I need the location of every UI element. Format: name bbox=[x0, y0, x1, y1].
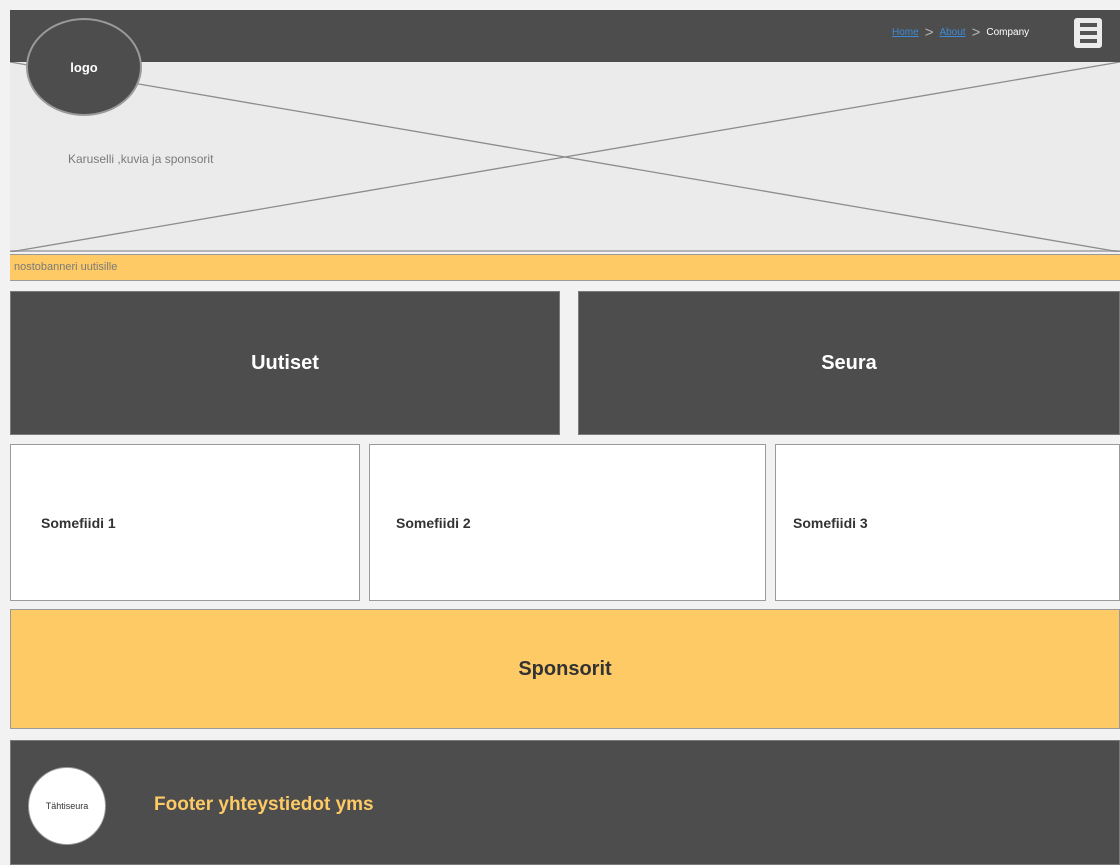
breadcrumb-separator: > bbox=[924, 23, 934, 41]
news-tile-label: Uutiset bbox=[251, 351, 319, 374]
breadcrumb-current: Company bbox=[986, 26, 1030, 38]
social-feed-label: Somefiidi 1 bbox=[41, 514, 116, 531]
logo[interactable]: logo bbox=[26, 18, 142, 116]
footer-contact-text: Footer yhteystiedot yms bbox=[154, 794, 374, 815]
breadcrumb-home-link[interactable]: Home bbox=[892, 27, 919, 38]
breadcrumb-about-link[interactable]: About bbox=[939, 27, 965, 38]
social-feed-label: Somefiidi 2 bbox=[396, 514, 471, 531]
hamburger-menu-icon[interactable] bbox=[1074, 18, 1102, 48]
sponsors-label: Sponsorit bbox=[518, 657, 612, 680]
news-tile[interactable]: Uutiset bbox=[10, 291, 560, 435]
menu-line bbox=[1079, 23, 1097, 27]
menu-line bbox=[1079, 39, 1097, 43]
social-feed-2[interactable]: Somefiidi 2 bbox=[369, 444, 766, 601]
social-feed-1[interactable]: Somefiidi 1 bbox=[10, 444, 360, 601]
club-badge[interactable]: Tähtiseura bbox=[28, 767, 106, 845]
menu-line bbox=[1079, 31, 1097, 35]
social-feed-3[interactable]: Somefiidi 3 bbox=[775, 444, 1120, 601]
sponsors-section[interactable]: Sponsorit bbox=[10, 609, 1120, 729]
breadcrumb-separator: > bbox=[971, 23, 981, 41]
hero-caption: Karuselli ,kuvia ja sponsorit bbox=[68, 152, 214, 166]
news-highlight-banner[interactable]: nostobanneri uutisille bbox=[10, 254, 1120, 281]
club-tile[interactable]: Seura bbox=[578, 291, 1120, 435]
hero-carousel-placeholder[interactable]: Karuselli ,kuvia ja sponsorit bbox=[10, 62, 1120, 252]
club-badge-text: Tähtiseura bbox=[45, 801, 89, 811]
social-feed-label: Somefiidi 3 bbox=[793, 514, 868, 531]
breadcrumb: Home > About > Company bbox=[892, 24, 1029, 40]
club-tile-label: Seura bbox=[821, 351, 877, 374]
logo-text: logo bbox=[70, 59, 98, 75]
